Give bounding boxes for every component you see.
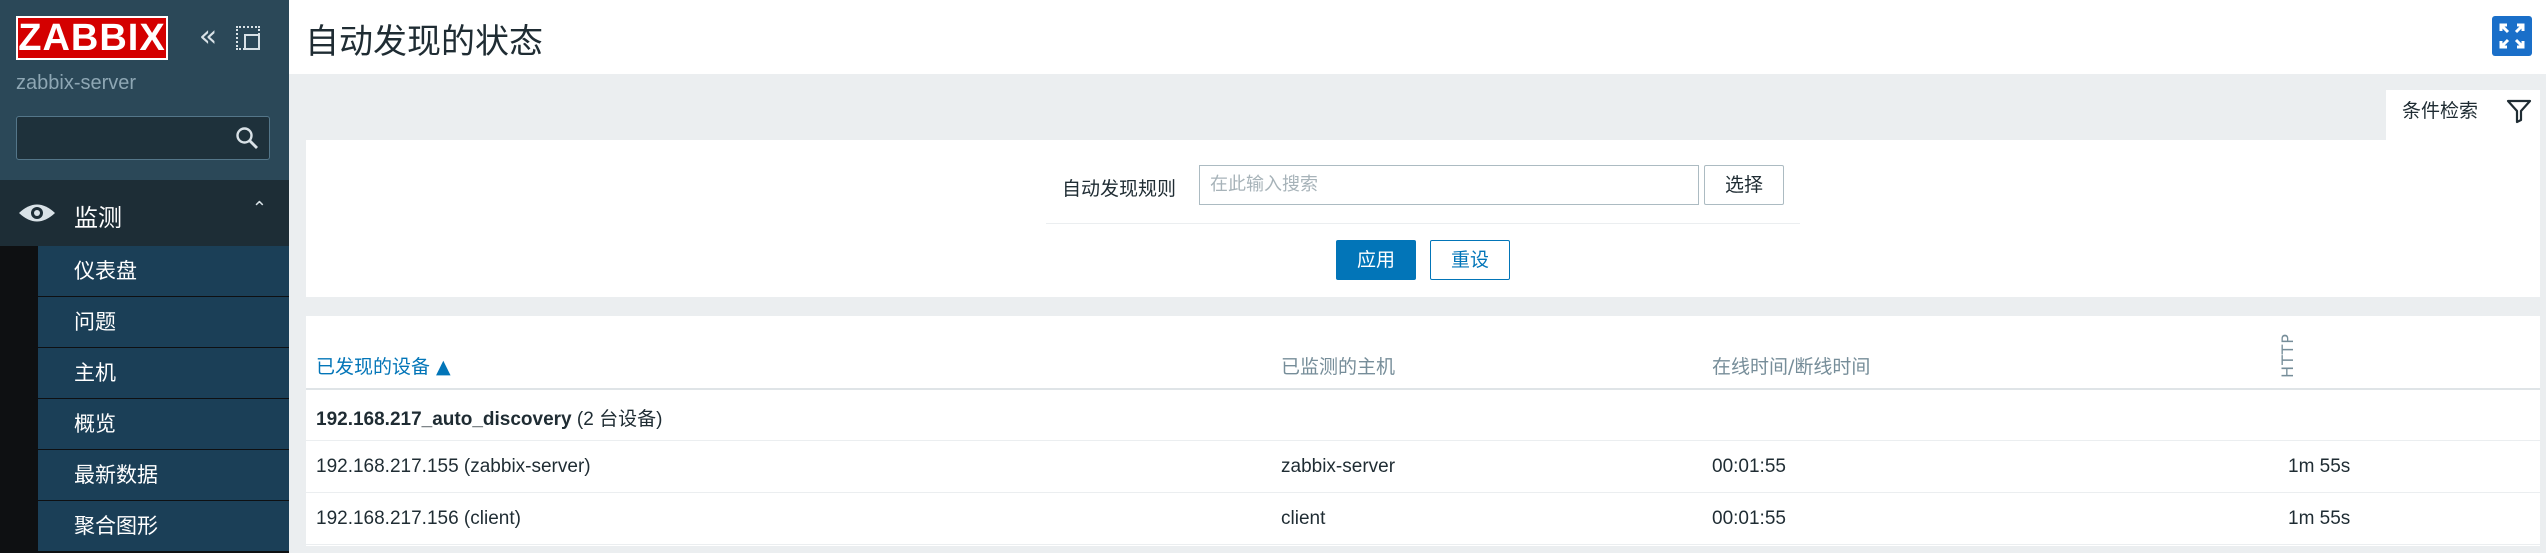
page-header: 自动发现的状态: [289, 0, 2546, 74]
nav-item-latest-data[interactable]: 最新数据: [38, 450, 289, 501]
uptime-cell: 00:01:55: [1712, 456, 1786, 477]
chevron-up-icon[interactable]: ⌃: [252, 198, 267, 219]
filter-divider: [1046, 223, 1800, 224]
nav-item-problems[interactable]: 问题: [38, 297, 289, 348]
undock-sidebar-icon[interactable]: [236, 26, 260, 50]
discovery-table: 已发现的设备 ▲ 已监测的主机 在线时间/断线时间 HTTP 192.168.2…: [306, 316, 2540, 546]
filter-tab[interactable]: 条件检索: [2386, 90, 2540, 140]
server-name: zabbix-server: [16, 72, 137, 94]
nav-submenu: 仪表盘 问题 主机 概览 最新数据 聚合图形: [38, 246, 289, 552]
eye-icon: [19, 204, 55, 222]
reset-button[interactable]: 重设: [1430, 240, 1510, 280]
fullscreen-button[interactable]: [2492, 16, 2532, 56]
search-icon[interactable]: [235, 126, 259, 150]
discovery-rule-input[interactable]: 在此输入搜索: [1199, 165, 1699, 205]
host-cell: client: [1281, 508, 1326, 529]
column-header-http: HTTP: [2278, 333, 2297, 378]
column-header-monitored-host: 已监测的主机: [1281, 356, 1396, 378]
group-count: (2 台设备): [576, 409, 663, 430]
page-title: 自动发现的状态: [305, 22, 543, 62]
column-header-discovered-device[interactable]: 已发现的设备 ▲: [316, 352, 451, 379]
apply-button[interactable]: 应用: [1336, 240, 1416, 280]
table-group-row: 192.168.217_auto_discovery (2 台设备): [306, 390, 2540, 441]
filter-tab-label: 条件检索: [2402, 100, 2479, 122]
filter-icon: [2506, 99, 2532, 124]
nav-item-screens[interactable]: 聚合图形: [38, 501, 289, 552]
http-cell: 1m 55s: [2288, 508, 2351, 529]
table-row: 192.168.217.156 (client) client 00:01:55…: [306, 494, 2540, 545]
nav-item-overview[interactable]: 概览: [38, 399, 289, 450]
group-label: 192.168.217_auto_discovery (2 台设备): [316, 404, 662, 431]
nav-section-monitoring[interactable]: 监测 ⌃: [0, 180, 289, 246]
nav-item-hosts[interactable]: 主机: [38, 348, 289, 399]
device-cell: 192.168.217.156 (client): [316, 508, 521, 529]
zabbix-logo[interactable]: ZABBIX: [16, 16, 168, 60]
device-cell: 192.168.217.155 (zabbix-server): [316, 456, 591, 477]
uptime-cell: 00:01:55: [1712, 508, 1786, 529]
select-button[interactable]: 选择: [1704, 165, 1784, 205]
sidebar: ZABBIX « zabbix-server 监测 ⌃ 仪表盘 问题 主机 概览…: [0, 0, 289, 553]
nav-item-dashboard[interactable]: 仪表盘: [38, 246, 289, 297]
expand-icon: [2499, 23, 2525, 49]
discovery-rule-label: 自动发现规则: [1062, 178, 1177, 200]
sidebar-search-input[interactable]: [16, 116, 270, 160]
column-header-uptime: 在线时间/断线时间: [1712, 356, 1871, 378]
host-cell: zabbix-server: [1281, 456, 1396, 477]
nav-section-label: 监测: [74, 204, 122, 232]
sidebar-header: ZABBIX « zabbix-server: [0, 0, 289, 180]
collapse-sidebar-icon[interactable]: «: [194, 22, 222, 52]
http-cell: 1m 55s: [2288, 456, 2351, 477]
table-row: 192.168.217.155 (zabbix-server) zabbix-s…: [306, 442, 2540, 493]
filter-panel: 自动发现规则 在此输入搜索 选择 应用 重设: [306, 140, 2540, 297]
group-name: 192.168.217_auto_discovery: [316, 409, 572, 430]
